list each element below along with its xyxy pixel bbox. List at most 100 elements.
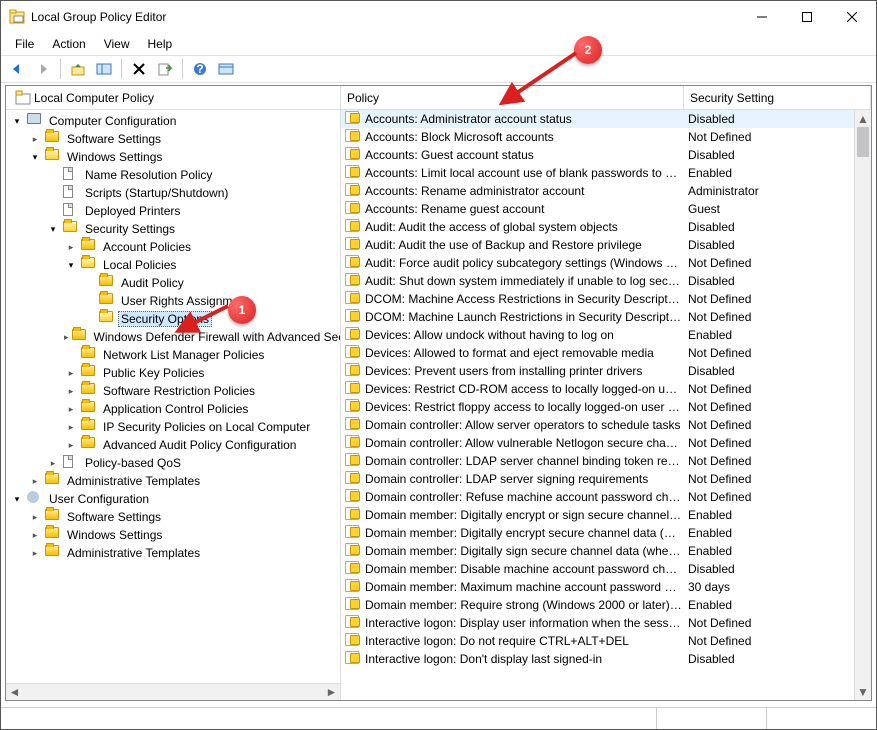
list-row[interactable]: Interactive logon: Display user informat… bbox=[341, 614, 871, 632]
chevron-right-icon[interactable]: ▸ bbox=[28, 512, 42, 523]
tree-item[interactable]: ▸Application Control Policies bbox=[6, 400, 340, 418]
tree-item[interactable]: ▸Administrative Templates bbox=[6, 472, 340, 490]
list-row[interactable]: Domain member: Digitally sign secure cha… bbox=[341, 542, 871, 560]
menu-view[interactable]: View bbox=[96, 35, 138, 53]
tree-item[interactable]: ▾Computer Configuration bbox=[6, 112, 340, 130]
list-row[interactable]: Domain controller: Allow vulnerable Netl… bbox=[341, 434, 871, 452]
list-row[interactable]: Domain controller: LDAP server channel b… bbox=[341, 452, 871, 470]
menu-action[interactable]: Action bbox=[44, 35, 93, 53]
list-row[interactable]: Devices: Allow undock without having to … bbox=[341, 326, 871, 344]
list-row[interactable]: Accounts: Administrator account statusDi… bbox=[341, 110, 871, 128]
tree-item[interactable]: ▸Advanced Audit Policy Configuration bbox=[6, 436, 340, 454]
list-row[interactable]: Domain member: Require strong (Windows 2… bbox=[341, 596, 871, 614]
tree-item[interactable]: ▾Local Policies bbox=[6, 256, 340, 274]
tree-item[interactable]: ▾Security Settings bbox=[6, 220, 340, 238]
delete-button[interactable] bbox=[127, 57, 151, 81]
horizontal-scrollbar[interactable]: ◄ ► bbox=[6, 683, 340, 700]
tree-item[interactable]: ▸Windows Defender Firewall with Advanced… bbox=[6, 328, 340, 346]
export-button[interactable] bbox=[153, 57, 177, 81]
chevron-right-icon[interactable]: ▸ bbox=[64, 242, 78, 253]
list-row[interactable]: Domain member: Disable machine account p… bbox=[341, 560, 871, 578]
list-row[interactable]: Devices: Restrict floppy access to local… bbox=[341, 398, 871, 416]
list-row[interactable]: Audit: Audit the access of global system… bbox=[341, 218, 871, 236]
menu-file[interactable]: File bbox=[7, 35, 42, 53]
close-button[interactable] bbox=[829, 2, 874, 32]
chevron-right-icon[interactable]: ▸ bbox=[64, 332, 69, 343]
chevron-down-icon[interactable]: ▾ bbox=[10, 494, 24, 505]
list-row[interactable]: Accounts: Rename guest accountGuest bbox=[341, 200, 871, 218]
list-row[interactable]: Audit: Audit the use of Backup and Resto… bbox=[341, 236, 871, 254]
list-row[interactable]: Accounts: Rename administrator accountAd… bbox=[341, 182, 871, 200]
tree-item[interactable]: ▸Software Settings bbox=[6, 130, 340, 148]
list-row[interactable]: Audit: Shut down system immediately if u… bbox=[341, 272, 871, 290]
list-row[interactable]: Accounts: Block Microsoft accountsNot De… bbox=[341, 128, 871, 146]
list-row[interactable]: Accounts: Guest account statusDisabled bbox=[341, 146, 871, 164]
list-row[interactable]: Interactive logon: Do not require CTRL+A… bbox=[341, 632, 871, 650]
list-row[interactable]: Accounts: Limit local account use of bla… bbox=[341, 164, 871, 182]
list-row[interactable]: Domain controller: Allow server operator… bbox=[341, 416, 871, 434]
chevron-right-icon[interactable]: ▸ bbox=[28, 134, 42, 145]
list-row[interactable]: DCOM: Machine Launch Restrictions in Sec… bbox=[341, 308, 871, 326]
list-row[interactable]: Audit: Force audit policy subcategory se… bbox=[341, 254, 871, 272]
tree-item[interactable]: User Rights Assignment bbox=[6, 292, 340, 310]
chevron-right-icon[interactable]: ▸ bbox=[64, 404, 78, 415]
chevron-down-icon[interactable]: ▾ bbox=[64, 260, 78, 271]
scroll-left-icon[interactable]: ◄ bbox=[6, 684, 23, 701]
list-row[interactable]: Devices: Prevent users from installing p… bbox=[341, 362, 871, 380]
list-row[interactable]: Domain member: Maximum machine account p… bbox=[341, 578, 871, 596]
tree-item[interactable]: ▸Account Policies bbox=[6, 238, 340, 256]
tree-item[interactable]: ▸Administrative Templates bbox=[6, 544, 340, 562]
tree-item[interactable]: ▸Software Restriction Policies bbox=[6, 382, 340, 400]
chevron-right-icon[interactable]: ▸ bbox=[28, 548, 42, 559]
tree-header[interactable]: Local Computer Policy bbox=[6, 86, 340, 110]
list-row[interactable]: Domain member: Digitally encrypt or sign… bbox=[341, 506, 871, 524]
maximize-button[interactable] bbox=[784, 2, 829, 32]
scroll-right-icon[interactable]: ► bbox=[323, 684, 340, 701]
column-policy[interactable]: Policy ▲ bbox=[341, 86, 684, 109]
scrollbar-thumb[interactable] bbox=[857, 127, 869, 157]
chevron-right-icon[interactable]: ▸ bbox=[28, 530, 42, 541]
tree-item[interactable]: ▸Windows Settings bbox=[6, 526, 340, 544]
back-button[interactable] bbox=[5, 57, 29, 81]
chevron-right-icon[interactable]: ▸ bbox=[64, 440, 78, 451]
list-row[interactable]: Devices: Allowed to format and eject rem… bbox=[341, 344, 871, 362]
tree-item[interactable]: Deployed Printers bbox=[6, 202, 340, 220]
chevron-down-icon[interactable]: ▾ bbox=[28, 152, 42, 163]
chevron-right-icon[interactable]: ▸ bbox=[64, 368, 78, 379]
tree-item[interactable]: Scripts (Startup/Shutdown) bbox=[6, 184, 340, 202]
list-row[interactable]: Domain member: Digitally encrypt secure … bbox=[341, 524, 871, 542]
tree-item[interactable]: Name Resolution Policy bbox=[6, 166, 340, 184]
forward-button[interactable] bbox=[31, 57, 55, 81]
vertical-scrollbar[interactable]: ▲ ▼ bbox=[854, 110, 871, 700]
properties-button[interactable] bbox=[214, 57, 238, 81]
tree-item[interactable]: ▸Public Key Policies bbox=[6, 364, 340, 382]
chevron-right-icon[interactable]: ▸ bbox=[28, 476, 42, 487]
show-hide-tree-button[interactable] bbox=[92, 57, 116, 81]
chevron-right-icon[interactable]: ▸ bbox=[64, 386, 78, 397]
scroll-up-icon[interactable]: ▲ bbox=[855, 110, 871, 127]
tree-item[interactable]: ▸IP Security Policies on Local Computer bbox=[6, 418, 340, 436]
list-body[interactable]: Accounts: Administrator account statusDi… bbox=[341, 110, 871, 700]
list-row[interactable]: Domain controller: Refuse machine accoun… bbox=[341, 488, 871, 506]
tree-item[interactable]: Security Options bbox=[6, 310, 340, 328]
scroll-down-icon[interactable]: ▼ bbox=[855, 683, 871, 700]
chevron-down-icon[interactable]: ▾ bbox=[10, 116, 24, 127]
tree-item[interactable]: ▸Software Settings bbox=[6, 508, 340, 526]
list-row[interactable]: Domain controller: LDAP server signing r… bbox=[341, 470, 871, 488]
chevron-right-icon[interactable]: ▸ bbox=[46, 458, 60, 469]
chevron-right-icon[interactable]: ▸ bbox=[64, 422, 78, 433]
tree-item[interactable]: Network List Manager Policies bbox=[6, 346, 340, 364]
tree-item[interactable]: ▾User Configuration bbox=[6, 490, 340, 508]
chevron-down-icon[interactable]: ▾ bbox=[46, 224, 60, 235]
up-button[interactable] bbox=[66, 57, 90, 81]
list-row[interactable]: DCOM: Machine Access Restrictions in Sec… bbox=[341, 290, 871, 308]
list-row[interactable]: Devices: Restrict CD-ROM access to local… bbox=[341, 380, 871, 398]
column-security-setting[interactable]: Security Setting bbox=[684, 86, 871, 109]
menu-help[interactable]: Help bbox=[140, 35, 181, 53]
list-row[interactable]: Interactive logon: Don't display last si… bbox=[341, 650, 871, 668]
tree-item[interactable]: ▸Policy-based QoS bbox=[6, 454, 340, 472]
tree-body[interactable]: ▾Computer Configuration▸Software Setting… bbox=[6, 110, 340, 700]
tree-item[interactable]: ▾Windows Settings bbox=[6, 148, 340, 166]
tree-item[interactable]: Audit Policy bbox=[6, 274, 340, 292]
minimize-button[interactable] bbox=[739, 2, 784, 32]
